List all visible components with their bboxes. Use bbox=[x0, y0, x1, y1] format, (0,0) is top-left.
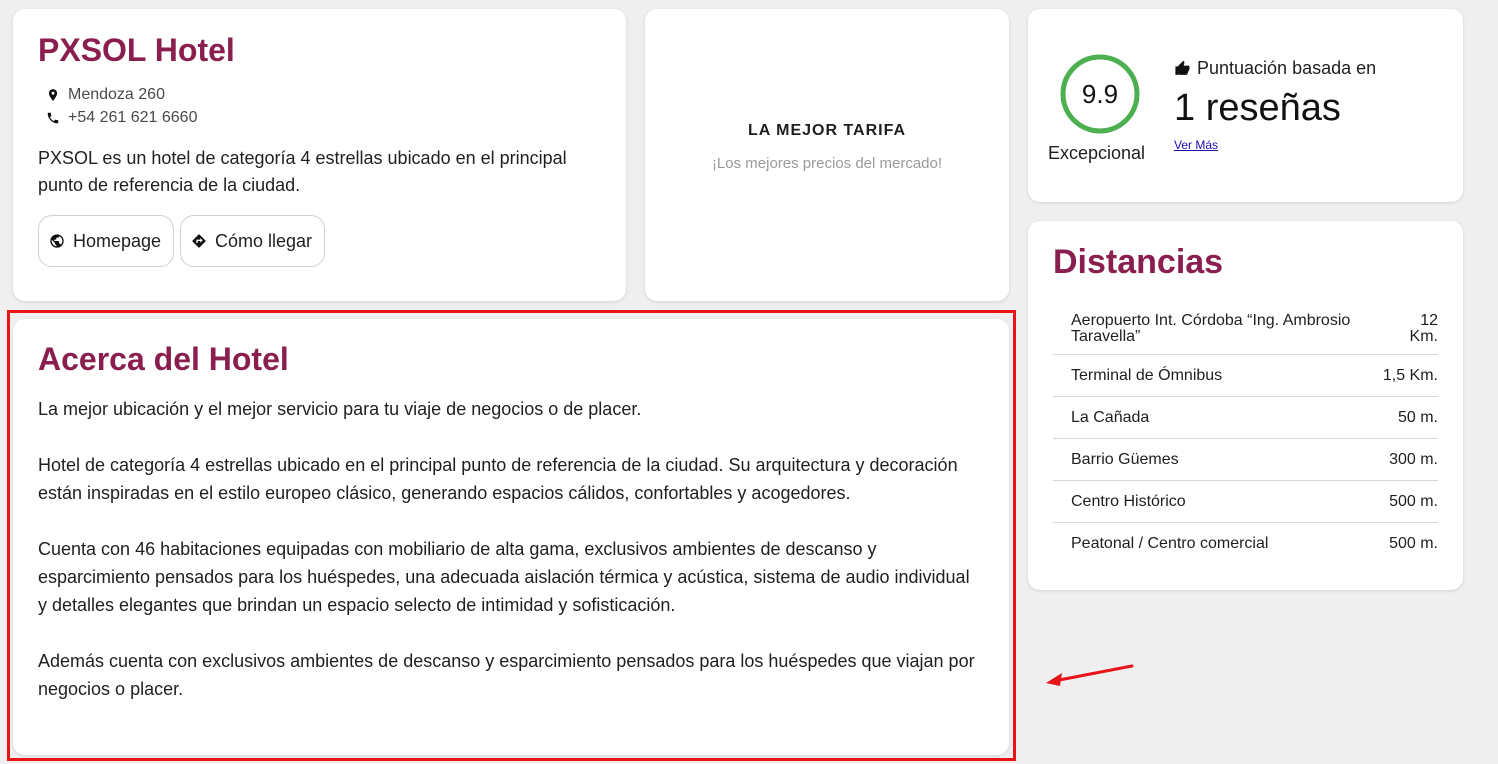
distance-value: 1,5 Km. bbox=[1382, 366, 1438, 384]
about-paragraph: La mejor ubicación y el mejor servicio p… bbox=[38, 399, 642, 419]
map-pin-icon bbox=[48, 89, 58, 101]
homepage-button[interactable]: Homepage bbox=[38, 215, 174, 267]
best-rate-subtitle: ¡Los mejores precios del mercado! bbox=[711, 155, 943, 172]
distance-row: Centro Histórico 500 m. bbox=[1053, 481, 1438, 523]
about-paragraph: Además cuenta con exclusivos ambientes d… bbox=[38, 651, 975, 699]
homepage-label: Homepage bbox=[73, 230, 162, 251]
reviews-count: 1 reseñas bbox=[1174, 87, 1341, 129]
distance-name: Barrio Güemes bbox=[1071, 450, 1179, 468]
score-value: 9.9 bbox=[1081, 78, 1119, 109]
score-card: 9.9 Excepcional Puntuación basada en 1 r… bbox=[1028, 9, 1463, 202]
about-text: La mejor ubicación y el mejor servicio p… bbox=[38, 395, 978, 731]
hotel-phone: +54 261 621 6660 bbox=[46, 109, 197, 127]
best-rate-title: LA MEJOR TARIFA bbox=[747, 122, 907, 139]
distance-row: Peatonal / Centro comercial 500 m. bbox=[1053, 523, 1438, 565]
directions-label: Cómo llegar bbox=[215, 230, 313, 251]
about-paragraph: Cuenta con 46 habitaciones equipadas con… bbox=[38, 539, 970, 615]
distance-row: Barrio Güemes 300 m. bbox=[1053, 439, 1438, 481]
about-paragraph: Hotel de categoría 4 estrellas ubicado e… bbox=[38, 455, 958, 503]
distance-value: 500 m. bbox=[1389, 492, 1438, 510]
annotation-arrow-icon bbox=[1046, 664, 1134, 686]
distance-row: Terminal de Ómnibus 1,5 Km. bbox=[1053, 355, 1438, 397]
hotel-address: Mendoza 260 bbox=[46, 86, 165, 104]
distance-name: Aeropuerto Int. Córdoba “Ing. Ambrosio T… bbox=[1071, 311, 1351, 345]
globe-icon bbox=[50, 234, 64, 248]
thumbs-up-icon bbox=[1175, 60, 1190, 75]
phone-text: +54 261 621 6660 bbox=[68, 109, 198, 126]
score-label: Excepcional bbox=[1048, 143, 1146, 163]
score-basis-label: Puntuación basada en bbox=[1197, 58, 1377, 78]
distance-name: Terminal de Ómnibus bbox=[1071, 366, 1223, 384]
about-title: Acerca del Hotel bbox=[38, 341, 289, 377]
distance-list: Aeropuerto Int. Córdoba “Ing. Ambrosio T… bbox=[1053, 303, 1438, 565]
score-basis: Puntuación basada en bbox=[1174, 58, 1376, 79]
address-text: Mendoza 260 bbox=[68, 86, 165, 103]
distance-name: Peatonal / Centro comercial bbox=[1071, 535, 1269, 552]
directions-icon bbox=[192, 234, 206, 248]
hotel-info-card: PXSOL Hotel Mendoza 260 +54 261 621 6660… bbox=[13, 9, 626, 301]
directions-button[interactable]: Cómo llegar bbox=[180, 215, 325, 267]
distance-value: 50 m. bbox=[1397, 408, 1438, 426]
phone-icon bbox=[47, 112, 59, 124]
distances-title: Distancias bbox=[1053, 243, 1224, 281]
distance-name: Centro Histórico bbox=[1071, 492, 1186, 510]
hotel-name: PXSOL Hotel bbox=[38, 32, 235, 68]
distance-value: 300 m. bbox=[1389, 450, 1438, 468]
distances-card: Distancias Aeropuerto Int. Córdoba “Ing.… bbox=[1028, 221, 1463, 590]
distance-row: La Cañada 50 m. bbox=[1053, 397, 1438, 439]
hotel-description: PXSOL es un hotel de categoría 4 estrell… bbox=[38, 148, 567, 195]
see-more-link[interactable]: Ver Más bbox=[1174, 138, 1218, 152]
distance-name: La Cañada bbox=[1071, 408, 1150, 426]
distance-row: Aeropuerto Int. Córdoba “Ing. Ambrosio T… bbox=[1053, 303, 1438, 355]
distance-value: 12 Km. bbox=[1409, 311, 1438, 345]
about-hotel-card: Acerca del Hotel La mejor ubicación y el… bbox=[13, 319, 1009, 755]
distance-value: 500 m. bbox=[1389, 535, 1438, 552]
best-rate-card: LA MEJOR TARIFA ¡Los mejores precios del… bbox=[645, 9, 1009, 301]
